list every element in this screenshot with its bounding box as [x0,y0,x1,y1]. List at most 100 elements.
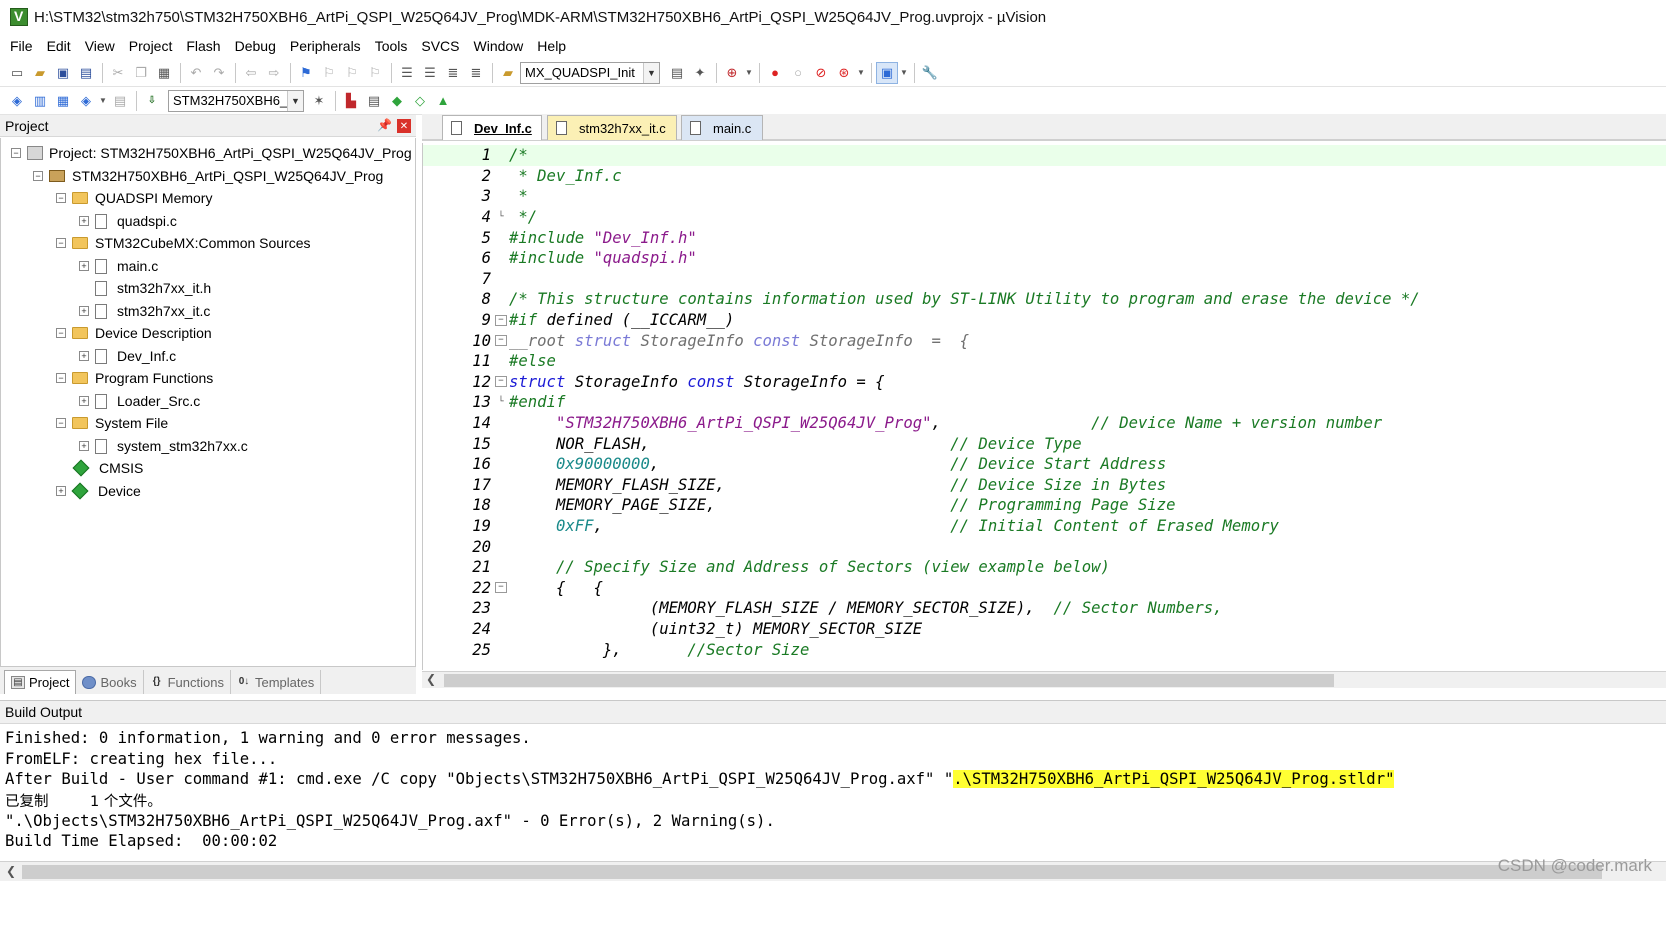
expand-icon[interactable]: + [79,216,89,226]
collapse-icon[interactable]: − [56,238,66,248]
manage-rte-icon[interactable]: ◆ [386,90,408,112]
window-layout-icon[interactable]: ▣ [876,61,898,84]
code-line[interactable]: 11 #else [423,351,1666,372]
pack-installer-alt-icon[interactable]: ▲ [432,90,454,112]
fold-toggle-icon[interactable]: − [495,314,507,326]
cut-icon[interactable]: ✂ [107,62,129,84]
redo-icon[interactable]: ↷ [208,62,230,84]
pack-installer-icon[interactable]: ◇ [409,90,431,112]
tab-project[interactable]: ▤ Project [4,670,77,694]
tree-node-group[interactable]: − Program Functions [56,367,213,389]
bookmark-icon[interactable]: ⚑ [295,62,317,84]
pin-icon[interactable]: 📌 [377,118,392,132]
stop-build-icon[interactable]: ▤ [109,90,131,112]
tree-node-group[interactable]: − QUADSPI Memory [56,187,212,209]
scroll-left-icon[interactable]: ❮ [6,864,16,878]
code-line[interactable]: 18 MEMORY_PAGE_SIZE, // Programming Page… [423,495,1666,516]
unindent-icon[interactable]: ☰ [419,62,441,84]
collapse-icon[interactable]: − [56,418,66,428]
menu-svcs[interactable]: SVCS [421,38,459,54]
open-file-icon[interactable]: ▰ [29,62,51,84]
chevron-down-icon[interactable]: ▼ [643,62,659,83]
tab-main-c[interactable]: main.c [681,115,763,140]
tab-templates[interactable]: 0↓ Templates [231,670,322,694]
download-icon[interactable]: ⇩ [141,90,163,112]
tab-books[interactable]: Books [76,670,144,694]
code-line[interactable]: 3 * [423,186,1666,207]
code-line[interactable]: 16 0x90000000, // Device Start Address [423,454,1666,475]
code-line[interactable]: 2 * Dev_Inf.c [423,166,1666,187]
build-icon[interactable]: ▥ [29,90,51,112]
collapse-icon[interactable]: − [56,328,66,338]
expand-icon[interactable]: + [79,396,89,406]
tab-functions[interactable]: {} Functions [144,670,231,694]
save-icon[interactable]: ▣ [52,62,74,84]
chevron-down-icon[interactable]: ▼ [287,90,303,111]
chevron-down-icon[interactable]: ▼ [899,62,909,84]
tree-node-file[interactable]: + stm32h7xx_it.c [79,300,210,322]
find-icon[interactable]: ▤ [666,62,688,84]
tree-node-target[interactable]: − STM32H750XBH6_ArtPi_QSPI_W25Q64JV_Prog [33,165,383,187]
chevron-down-icon[interactable]: ▼ [744,62,754,84]
find-in-files-icon[interactable]: ▰ [497,62,519,84]
menu-flash[interactable]: Flash [186,38,220,54]
tree-node-file[interactable]: + Dev_Inf.c [79,345,176,367]
code-line[interactable]: 10− __root struct StorageInfo const Stora… [423,330,1666,351]
configure-icon[interactable]: 🔧 [919,62,941,84]
copy-icon[interactable]: ❐ [130,62,152,84]
nav-forward-icon[interactable]: ⇨ [263,62,285,84]
code-line[interactable]: 24 (uint32_t) MEMORY_SECTOR_SIZE [423,619,1666,640]
indent-icon[interactable]: ☰ [396,62,418,84]
debug-session-icon[interactable]: ⊕ [721,62,743,84]
rebuild-icon[interactable]: ▦ [52,90,74,112]
menu-edit[interactable]: Edit [47,38,71,54]
bookmark-next-icon[interactable]: ⚐ [341,62,363,84]
code-line[interactable]: 4 └ */ [423,207,1666,228]
menu-peripherals[interactable]: Peripherals [290,38,361,54]
select-packs-icon[interactable]: ▤ [363,90,385,112]
scrollbar-thumb[interactable] [22,865,1602,879]
manage-project-items-icon[interactable]: ▙ [340,90,362,112]
breakpoint-kill-all-icon[interactable]: ⊛ [833,62,855,84]
comment-icon[interactable]: ≣ [442,62,464,84]
incremental-find-icon[interactable]: ✦ [689,62,711,84]
chevron-down-icon[interactable]: ▼ [98,90,108,112]
bookmark-clear-icon[interactable]: ⚐ [364,62,386,84]
undo-icon[interactable]: ↶ [185,62,207,84]
code-line[interactable]: 9− #if defined (__ICCARM__) [423,310,1666,331]
code-line[interactable]: 7 [423,269,1666,290]
batch-build-icon[interactable]: ◈ [75,90,97,112]
tree-node-file[interactable]: + system_stm32h7xx.c [79,435,248,457]
collapse-icon[interactable]: − [56,193,66,203]
tree-node-file[interactable]: stm32h7xx_it.h [95,277,211,299]
menu-tools[interactable]: Tools [375,38,408,54]
function-combo[interactable]: MX_QUADSPI_Init ▼ [520,61,660,84]
code-line[interactable]: 14 "STM32H750XBH6_ArtPi_QSPI_W25Q64JV_Pr… [423,413,1666,434]
menu-view[interactable]: View [85,38,115,54]
code-line[interactable]: 21 // Specify Size and Address of Sector… [423,557,1666,578]
scroll-left-icon[interactable]: ❮ [426,672,436,686]
uncomment-icon[interactable]: ≣ [465,62,487,84]
expand-icon[interactable]: + [79,306,89,316]
fold-toggle-icon[interactable]: − [495,582,507,594]
tab-dev-inf-c[interactable]: Dev_Inf.c [442,115,542,140]
expand-icon[interactable]: + [79,441,89,451]
tab-stm32h7xx-it-c[interactable]: stm32h7xx_it.c [547,115,677,140]
target-combo[interactable]: STM32H750XBH6_A ▼ [168,89,304,112]
breakpoint-insert-icon[interactable]: ● [764,62,786,84]
tree-node-file[interactable]: + main.c [79,255,158,277]
expand-icon[interactable]: + [56,486,66,496]
save-all-icon[interactable]: ▤ [75,62,97,84]
menu-project[interactable]: Project [129,38,173,54]
new-file-icon[interactable]: ▭ [6,62,28,84]
code-line[interactable]: 6 #include "quadspi.h" [423,248,1666,269]
code-editor[interactable]: 1/* 2 * Dev_Inf.c 3 * 4 └ */5 #include "Dev_I… [422,143,1666,670]
tree-node-project[interactable]: − Project: STM32H750XBH6_ArtPi_QSPI_W25Q… [11,142,412,164]
bookmark-prev-icon[interactable]: ⚐ [318,62,340,84]
collapse-icon[interactable]: − [56,373,66,383]
build-output-scrollbar[interactable]: ❮ [0,861,1666,881]
tree-node-file[interactable]: + Loader_Src.c [79,390,200,412]
code-line[interactable]: 19 0xFF, // Initial Content of Erased Me… [423,516,1666,537]
close-icon[interactable]: ✕ [397,119,411,133]
code-line[interactable]: 1 /* [423,145,1666,166]
